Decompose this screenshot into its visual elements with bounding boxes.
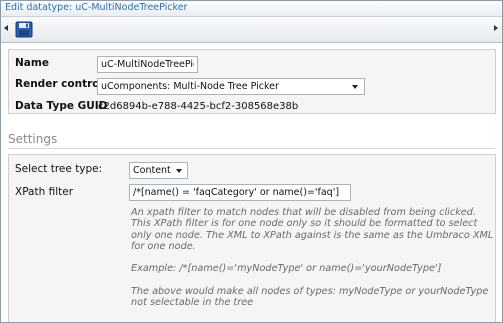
name-input[interactable] [97,56,198,73]
tree-type-value: Content [133,165,171,176]
tree-type-select[interactable]: Content [129,162,188,179]
help-line [131,252,493,263]
help-line: for one node. [131,240,196,252]
toolbar [1,17,502,43]
edit-datatype-window: Edit datatype: uC-MultiNodeTreePicker Na… [0,0,503,323]
save-button[interactable] [15,21,33,38]
render-control-value: uComponents: Multi-Node Tree Picker [101,81,279,92]
name-label: Name [15,57,49,69]
help-line: This XPath filter is for one node only s… [131,218,478,230]
guid-value: c2d6894b-e788-4425-bcf2-308568e38b [98,101,299,112]
xpath-help-text: An xpath filter to match nodes that will… [131,207,493,309]
tree-type-label: Select tree type: [15,163,103,175]
xpath-filter-label: XPath filter [15,186,74,198]
help-line: The above would make all nodes of types:… [131,286,489,298]
scroll-left-icon[interactable] [4,25,8,31]
xpath-filter-input[interactable] [129,184,351,201]
settings-panel: Select tree type: Content XPath filter A… [8,154,496,322]
floppy-disk-save-icon [15,21,33,38]
datatype-editor: Name Render control uComponents: Multi-N… [1,43,502,322]
window-titlebar: Edit datatype: uC-MultiNodeTreePicker [1,1,502,17]
settings-divider [8,148,495,149]
help-line: only one node. The XML to XPath against … [131,229,494,241]
chevron-down-icon [176,169,182,173]
scroll-right-icon[interactable] [494,25,498,31]
help-line: An xpath filter to match nodes that will… [131,207,476,218]
help-line: not selectable in the tree [131,297,254,309]
guid-label: Data Type GUID [15,100,108,112]
general-panel: Name Render control uComponents: Multi-N… [8,49,496,114]
window-title: Edit datatype: uC-MultiNodeTreePicker [5,2,188,13]
render-control-label: Render control [15,78,104,90]
help-line: Example: /*[name()='myNodeType' or name(… [131,263,442,275]
render-control-select[interactable]: uComponents: Multi-Node Tree Picker [97,78,365,95]
help-line [131,275,493,286]
chevron-down-icon [352,85,358,89]
settings-heading: Settings [8,132,58,146]
